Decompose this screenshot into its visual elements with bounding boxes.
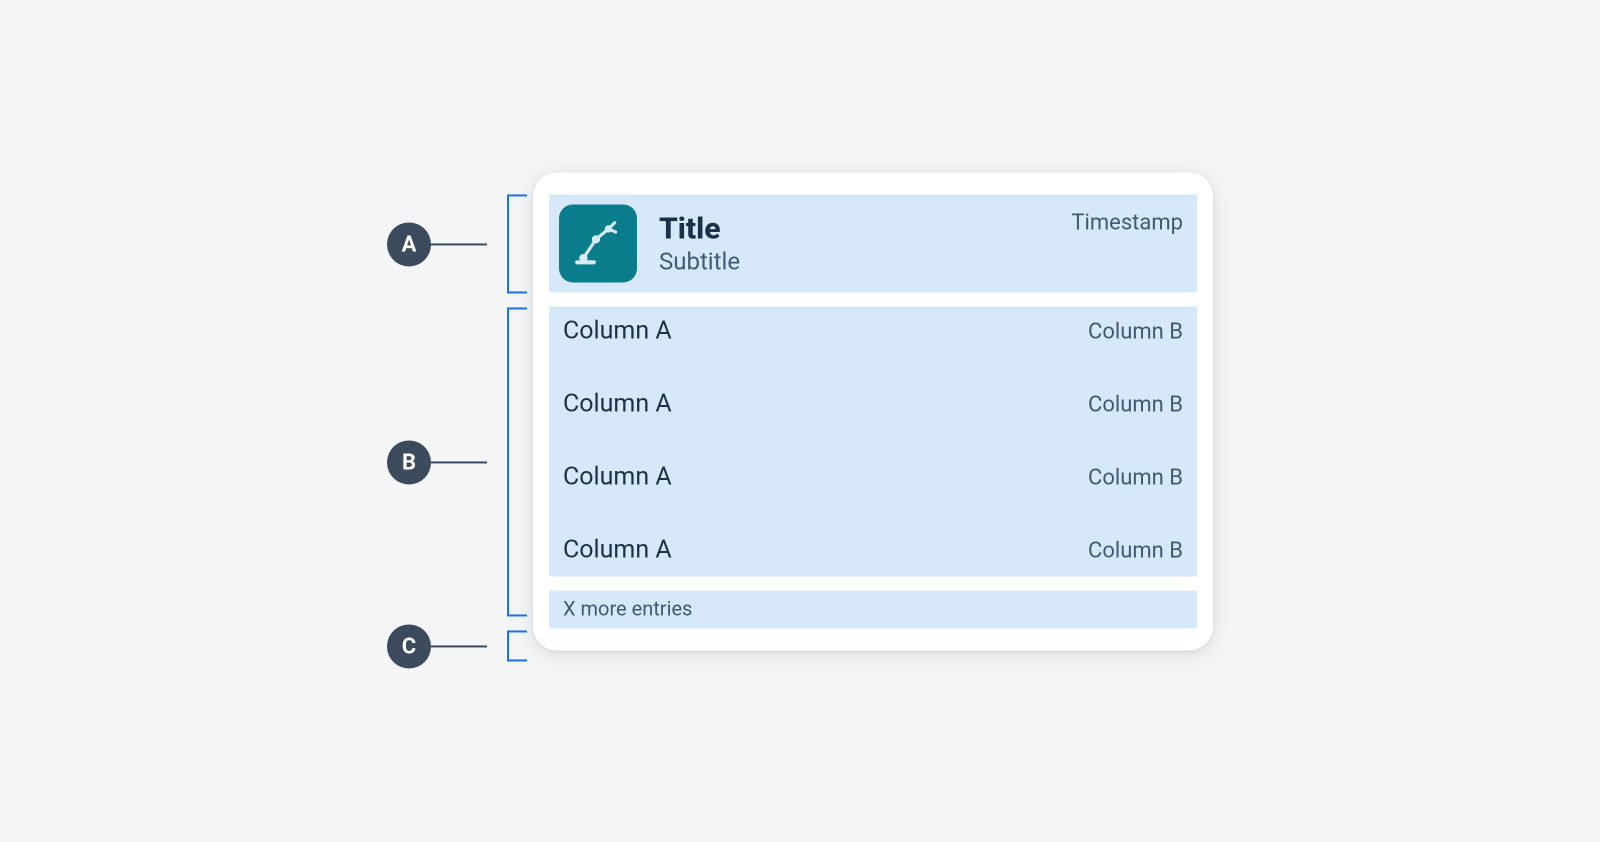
card: Title Subtitle Timestamp Column A Column… (533, 172, 1213, 650)
robot-arm-icon (573, 216, 623, 270)
annotation-badge-b: B (387, 440, 431, 484)
annotation-connector-b (431, 461, 487, 463)
table-row: Column A Column B (563, 462, 1183, 491)
bracket-b (507, 307, 527, 616)
card-header: Title Subtitle Timestamp (549, 194, 1197, 292)
column-a-value: Column A (563, 462, 672, 491)
column-b-value: Column B (1088, 465, 1183, 490)
table-row: Column A Column B (563, 535, 1183, 564)
column-a-value: Column A (563, 389, 672, 418)
diagram-stage: A B C (387, 172, 1213, 650)
annotation-connector-c (431, 645, 487, 647)
column-a-value: Column A (563, 316, 672, 345)
card-title: Title (659, 212, 1071, 245)
column-b-value: Column B (1088, 538, 1183, 563)
annotation-badge-c: C (387, 624, 431, 668)
column-a-value: Column A (563, 535, 672, 564)
card-subtitle: Subtitle (659, 247, 1071, 275)
bracket-column (507, 172, 533, 650)
card-timestamp: Timestamp (1071, 210, 1183, 235)
bracket-a (507, 194, 527, 293)
column-b-value: Column B (1088, 319, 1183, 344)
title-block: Title Subtitle (659, 212, 1071, 275)
more-entries-label[interactable]: X more entries (563, 596, 1183, 620)
card-footer: X more entries (549, 590, 1197, 628)
annotation-rail: A B C (387, 172, 507, 650)
card-icon-tile (559, 204, 637, 282)
card-body: Column A Column B Column A Column B Colu… (549, 306, 1197, 576)
bracket-c (507, 630, 527, 661)
column-b-value: Column B (1088, 392, 1183, 417)
table-row: Column A Column B (563, 316, 1183, 345)
annotation-connector-a (431, 243, 487, 245)
annotation-badge-a: A (387, 222, 431, 266)
table-row: Column A Column B (563, 389, 1183, 418)
